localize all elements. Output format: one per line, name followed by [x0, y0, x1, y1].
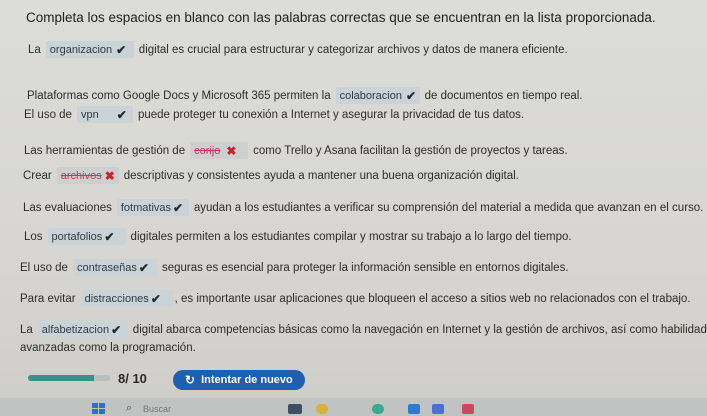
blank-dropdown[interactable]: organizacion ✔	[45, 41, 134, 58]
refresh-icon: ↻	[185, 373, 196, 387]
sentence-text: de documentos en tiempo real.	[424, 89, 583, 102]
taskbar-app-icon[interactable]	[372, 404, 384, 414]
blank-dropdown[interactable]: vpn ✔	[76, 106, 133, 123]
sentence-text: El uso de	[24, 108, 72, 121]
taskbar-app-icon[interactable]	[462, 404, 474, 414]
sentence-text: descriptivas y consistentes ayuda a mant…	[123, 169, 519, 182]
sentence-text: Crear	[23, 169, 52, 182]
blank-dropdown[interactable]: corijo ✖	[190, 142, 249, 159]
blank-value: organizacion	[49, 43, 113, 56]
blank-value: fotmativas	[120, 201, 172, 214]
sentence-text: como Trello y Asana facilitan la gestión…	[253, 144, 568, 157]
sentence-7: Los portafolios ✔ digitales permiten a l…	[24, 228, 572, 245]
blank-dropdown[interactable]: colaboracion ✔	[335, 87, 420, 104]
sentence-text: Los	[24, 230, 43, 243]
sentence-6: Las evaluaciones fotmativas ✔ ayudan a l…	[23, 199, 703, 216]
check-icon: ✔	[116, 42, 127, 57]
check-icon: ✔	[173, 200, 184, 215]
check-icon: ✔	[138, 260, 149, 275]
retry-button[interactable]: ↻ Intentar de nuevo	[173, 370, 305, 390]
blank-dropdown[interactable]: distracciones ✔	[80, 290, 173, 307]
check-icon: ✔	[111, 322, 122, 337]
sentence-text: La	[20, 323, 33, 336]
blank-value: contraseñas	[76, 261, 137, 274]
check-icon: ✔	[116, 107, 127, 122]
sentence-4: Las herramientas de gestión de corijo ✖ …	[24, 142, 568, 159]
sentence-text: Para evitar	[20, 292, 76, 305]
blank-value: alfabetizacion	[41, 323, 110, 336]
sentence-text: digital es crucial para estructurar y ca…	[138, 43, 568, 56]
sentence-text: Las herramientas de gestión de	[24, 144, 186, 157]
sentence-text: digital abarca competencias básicas como…	[132, 323, 707, 336]
sentence-2: Plataformas como Google Docs y Microsoft…	[27, 87, 583, 104]
progress-fill	[28, 375, 94, 381]
blank-dropdown[interactable]: archivos ✖	[56, 167, 119, 184]
sentence-text: , es importante usar aplicaciones que bl…	[174, 292, 691, 305]
sentence-8: El uso de contraseñas ✔ seguras es esenc…	[20, 259, 569, 276]
blank-dropdown[interactable]: fotmativas ✔	[116, 199, 189, 216]
sentence-text: El uso de	[20, 261, 68, 274]
check-icon: ✔	[150, 291, 161, 306]
blank-value: portafolios	[51, 230, 103, 243]
blank-dropdown[interactable]: contraseñas ✔	[72, 259, 157, 276]
check-icon: ✔	[405, 88, 417, 103]
sentence-10: La alfabetizacion ✔ digital abarca compe…	[20, 321, 707, 338]
sentence-10-continuation: avanzadas como la programación.	[20, 342, 196, 354]
blank-value: corijo	[194, 144, 221, 157]
sentence-text: ayudan a los estudiantes a verificar su …	[193, 201, 704, 214]
taskbar-app-icon[interactable]	[408, 404, 420, 414]
sentence-text: puede proteger tu conexión a Internet y …	[137, 108, 525, 121]
sentence-5: Crear archivos ✖ descriptivas y consiste…	[23, 167, 519, 184]
check-icon: ✔	[104, 229, 115, 244]
blank-dropdown[interactable]: portafolios ✔	[47, 228, 126, 245]
taskbar-search[interactable]: Buscar	[143, 404, 171, 414]
sentence-text: digitales permiten a los estudiantes com…	[130, 230, 572, 243]
cross-icon: ✖	[104, 168, 115, 183]
sentence-text: seguras es esencial para proteger la inf…	[161, 261, 569, 274]
windows-start-icon[interactable]	[92, 403, 106, 415]
sentence-text: La	[28, 43, 41, 56]
cross-icon: ✖	[226, 143, 237, 158]
taskbar	[0, 398, 707, 416]
retry-label: Intentar de nuevo	[201, 374, 293, 386]
blank-value: colaboracion	[339, 89, 402, 102]
score-progress-bar	[28, 375, 110, 381]
blank-dropdown[interactable]: alfabetizacion ✔	[37, 321, 128, 338]
sentence-text: avanzadas como la programación.	[20, 342, 196, 354]
taskbar-app-icon[interactable]	[316, 404, 328, 414]
search-icon[interactable]: ⌕	[126, 402, 132, 415]
sentence-1: La organizacion ✔ digital es crucial par…	[28, 41, 568, 58]
sentence-text: Plataformas como Google Docs y Microsoft…	[27, 89, 331, 102]
question-title: Completa los espacios en blanco con las …	[26, 10, 656, 25]
sentence-text: Las evaluaciones	[23, 201, 112, 214]
blank-value: distracciones	[84, 292, 149, 305]
blank-value: vpn	[80, 108, 99, 121]
blank-value: archivos	[60, 169, 102, 182]
sentence-3: El uso de vpn ✔ puede proteger tu conexi…	[24, 106, 524, 123]
sentence-9: Para evitar distracciones ✔ , es importa…	[20, 290, 691, 307]
taskbar-app-icon[interactable]	[432, 404, 444, 414]
taskbar-app-icon[interactable]	[288, 404, 302, 414]
score-text: 8/ 10	[118, 371, 147, 386]
